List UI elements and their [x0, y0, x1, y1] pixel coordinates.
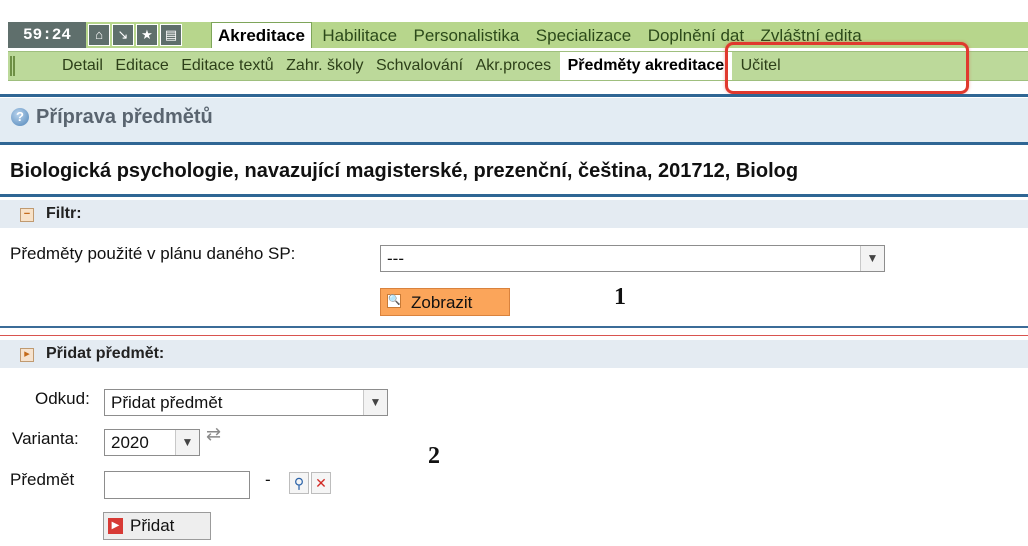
divider	[0, 142, 1028, 145]
tab-habilitace[interactable]: Habilitace	[316, 23, 403, 48]
arrow-icon[interactable]: ↘	[112, 24, 134, 46]
separator-dash: -	[265, 470, 271, 489]
page-header: ? Příprava předmětů	[0, 98, 1028, 142]
tab-zvlastni-editace[interactable]: Zvláštní edita	[755, 23, 868, 48]
add-button[interactable]: ▶ Přidat	[103, 512, 211, 540]
variant-label: Varianta:	[12, 429, 79, 448]
home-icon[interactable]: ⌂	[88, 24, 110, 46]
filter-header-label: Filtr:	[46, 205, 82, 222]
subject-label: Předmět	[10, 470, 75, 489]
subject-input[interactable]	[104, 471, 250, 499]
divider	[0, 194, 1028, 197]
filter-select-value: ---	[387, 249, 404, 268]
add-section-header[interactable]: ▸ Přidat předmět:	[0, 340, 1028, 368]
subtab-zahr-skoly[interactable]: Zahr. školy	[282, 52, 367, 80]
tab-personalistika[interactable]: Personalistika	[408, 23, 526, 48]
chevron-down-icon: ▼	[363, 390, 387, 415]
search-icon: 🔍	[387, 294, 401, 308]
star-icon[interactable]: ★	[136, 24, 158, 46]
collapse-icon[interactable]: −	[20, 208, 34, 222]
filter-select[interactable]: --- ▼	[380, 245, 885, 272]
filter-label: Předměty použité v plánu daného SP:	[10, 244, 296, 263]
session-timer: 59:24	[8, 22, 86, 48]
source-select-value: Přidat předmět	[111, 393, 223, 412]
variant-select-value: 2020	[111, 433, 149, 452]
show-button-label: Zobrazit	[411, 293, 473, 312]
main-tabs: Akreditace Habilitace Personalistika Spe…	[211, 22, 868, 48]
subtab-ucitele[interactable]: Učitel	[737, 52, 785, 80]
expand-icon[interactable]: ▸	[20, 348, 34, 362]
tab-akreditace[interactable]: Akreditace	[211, 22, 312, 48]
close-icon[interactable]: ✕	[311, 472, 331, 494]
sub-tab-bar: Detail Editace Editace textů Zahr. školy…	[8, 51, 1028, 81]
page-title: Příprava předmětů	[36, 106, 213, 128]
filter-section-header[interactable]: − Filtr:	[0, 200, 1028, 228]
show-button[interactable]: 🔍 Zobrazit	[380, 288, 510, 316]
tab-doplneni-dat[interactable]: Doplnění dat	[642, 23, 750, 48]
subtab-predmety-akreditace[interactable]: Předměty akreditace	[559, 52, 733, 80]
variant-select[interactable]: 2020 ▼	[104, 429, 200, 456]
main-tab-bar: 59:24 ⌂ ↘ ★ ▤ Akreditace Habilitace Pers…	[8, 22, 1028, 48]
drag-handle-icon[interactable]	[10, 56, 15, 76]
add-button-label: Přidat	[130, 516, 175, 535]
annotation-2: 2	[428, 443, 440, 469]
source-select[interactable]: Přidat předmět ▼	[104, 389, 388, 416]
subtab-detail[interactable]: Detail	[58, 52, 107, 80]
subtab-akr-proces[interactable]: Akr.proces	[472, 52, 556, 80]
subtab-editace-textu[interactable]: Editace textů	[177, 52, 278, 80]
study-program-title: Biologická psychologie, navazující magis…	[10, 160, 799, 182]
annotation-1: 1	[614, 284, 626, 310]
divider	[0, 335, 1028, 336]
print-icon[interactable]: ▤	[160, 24, 182, 46]
chevron-down-icon: ▼	[175, 430, 199, 455]
add-header-label: Přidat předmět:	[46, 345, 165, 362]
source-label: Odkud:	[35, 389, 90, 408]
divider	[0, 326, 1028, 328]
subtab-schvalovani[interactable]: Schvalování	[372, 52, 467, 80]
info-icon[interactable]: ?	[11, 108, 29, 126]
tab-specializace[interactable]: Specializace	[530, 23, 637, 48]
divider	[0, 94, 1028, 97]
chevron-down-icon: ▼	[860, 246, 884, 271]
swap-icon[interactable]: ⇄	[206, 424, 221, 445]
subtab-editace[interactable]: Editace	[111, 52, 172, 80]
play-icon: ▶	[108, 518, 123, 534]
search-icon[interactable]: ⚲	[289, 472, 309, 494]
sub-tabs: Detail Editace Editace textů Zahr. školy…	[58, 52, 785, 80]
